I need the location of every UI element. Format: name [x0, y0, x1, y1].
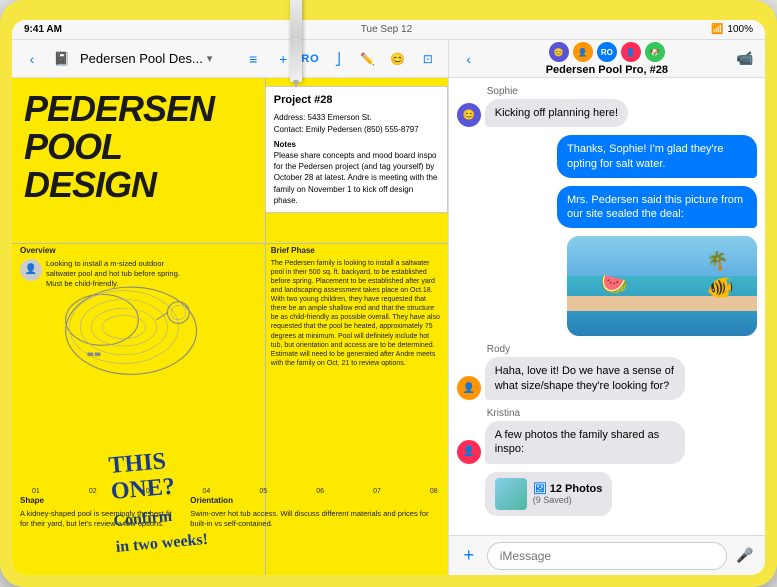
messages-panel: ‹ 😊 👤 RO 👤 🐶 Pedersen Pool Pro, #28 📹	[449, 40, 765, 575]
message-row-sent-1: Thanks, Sophie! I'm glad they're opting …	[457, 135, 757, 178]
avatar-andre: 🐶	[644, 41, 666, 63]
shape-label: Shape	[20, 496, 181, 507]
split-view: ‹ 📓 Pedersen Pool Des... ▾ ≡ + RO ⎦ ✏️ 😊…	[12, 40, 765, 575]
notes-panel: ‹ 📓 Pedersen Pool Des... ▾ ≡ + RO ⎦ ✏️ 😊…	[12, 40, 449, 575]
group-chat-title: Pedersen Pool Pro, #28	[546, 64, 668, 76]
avatar-rody: 👤	[572, 41, 594, 63]
avatar-kristina: 👤	[620, 41, 642, 63]
notebook-icon-button[interactable]: 📓	[50, 47, 74, 71]
shape-section: Shape A kidney-shaped pool is seemingly …	[20, 496, 181, 533]
num-04: 04	[203, 488, 211, 495]
battery-status: 100%	[727, 24, 753, 35]
note-background: PEDERSENPOOLDESIGN Project #28 Address: …	[12, 78, 448, 575]
shape-text: A kidney-shaped pool is seemingly the be…	[20, 509, 181, 529]
notes-title-area: Pedersen Pool Des... ▾	[80, 51, 235, 66]
notes-toolbar-right: ≡ + RO ⎦ ✏️ 😊 ⊡	[241, 47, 440, 71]
message-row-sophie: Sophie 😊 Kicking off planning here!	[457, 86, 757, 127]
message-sophie-bubble: Kicking off planning here!	[485, 99, 628, 127]
num-05: 05	[259, 488, 267, 495]
num-07: 07	[373, 488, 381, 495]
message-kristina-bubble: A few photos the family shared as inspo:	[485, 421, 685, 464]
messages-toolbar: ‹ 😊 👤 RO 👤 🐶 Pedersen Pool Pro, #28 📹	[449, 40, 765, 78]
ipad-frame: 9:41 AM Tue Sep 12 📶 100% ‹ 📓 Pedersen P…	[0, 0, 777, 587]
status-date: Tue Sep 12	[361, 24, 412, 35]
apple-pencil	[290, 0, 302, 82]
avatar-row: 😊 👤 RO 👤 🐶	[548, 41, 666, 63]
notes-list-button[interactable]: ≡	[241, 47, 265, 71]
num-01: 01	[32, 488, 40, 495]
avatar-sophie: 😊	[548, 41, 570, 63]
brief-section: Brief Phase The Pedersen family is looki…	[265, 246, 448, 368]
project-box: Project #28 Address: 5433 Emerson St. Co…	[265, 86, 448, 213]
photos-info: 🖼 12 Photos (9 Saved)	[533, 482, 603, 505]
messages-input-bar: + 🎤	[449, 535, 765, 575]
num-02: 02	[89, 488, 97, 495]
message-sent-1-bubble: Thanks, Sophie! I'm glad they're opting …	[557, 135, 757, 178]
video-call-button[interactable]: 📹	[733, 47, 757, 71]
sender-rody: Rody	[487, 344, 510, 355]
notes-markup-button[interactable]: ✏️	[356, 47, 380, 71]
num-03: 03	[146, 488, 154, 495]
avatar-ro: RO	[596, 41, 618, 63]
numbers-row: 01 02 03 04 05 06 07 08	[32, 488, 438, 495]
message-row-kristina: Kristina 👤 A few photos the family share…	[457, 408, 757, 464]
message-photos-row: 🖼 12 Photos (9 Saved)	[457, 472, 613, 516]
message-row-sent-image: 🌴 🍉 🐠	[457, 236, 757, 336]
note-main-title: PEDERSENPOOLDESIGN	[24, 90, 214, 203]
sender-sophie: Sophie	[487, 86, 518, 97]
message-rody-bubble-row: 👤 Haha, love it! Do we have a sense of w…	[457, 357, 685, 400]
messages-input[interactable]	[487, 542, 727, 570]
screen: 9:41 AM Tue Sep 12 📶 100% ‹ 📓 Pedersen P…	[12, 20, 765, 575]
project-notes-label: Notes	[274, 139, 439, 150]
notes-title: Pedersen Pool Des...	[80, 51, 203, 66]
photos-count: 🖼 12 Photos	[533, 482, 603, 495]
brief-label: Brief Phase	[271, 246, 442, 257]
messages-add-button[interactable]: +	[457, 544, 481, 568]
message-sent-2-bubble: Mrs. Pedersen said this picture from our…	[557, 186, 757, 229]
messages-content[interactable]: Sophie 😊 Kicking off planning here! Than…	[449, 78, 765, 535]
project-number: Project #28	[274, 93, 439, 108]
photos-saved: (9 Saved)	[533, 495, 603, 505]
sent-image-bubble: 🌴 🍉 🐠	[567, 236, 757, 336]
overview-label: Overview	[20, 246, 186, 257]
num-06: 06	[316, 488, 324, 495]
notes-title-chevron: ▾	[207, 52, 213, 65]
message-kristina-bubble-row: 👤 A few photos the family shared as insp…	[457, 421, 685, 464]
sophie-avatar: 😊	[457, 103, 481, 127]
orientation-text: Swim-over hot tub access. Will discuss d…	[190, 509, 443, 529]
project-address: Address: 5433 Emerson St.	[274, 112, 439, 123]
message-row-photos: 🖼 12 Photos (9 Saved)	[457, 472, 757, 516]
notes-back-button[interactable]: ‹	[20, 47, 44, 71]
message-row-rody: Rody 👤 Haha, love it! Do we have a sense…	[457, 344, 757, 400]
sender-kristina: Kristina	[487, 408, 520, 419]
messages-back-button[interactable]: ‹	[457, 47, 481, 71]
message-row-sent-2: Mrs. Pedersen said this picture from our…	[457, 186, 757, 229]
orientation-label: Orientation	[190, 496, 443, 507]
brief-text: The Pedersen family is looking to instal…	[271, 259, 442, 368]
notes-toolbar-dots: RO	[301, 53, 320, 65]
rody-avatar: 👤	[457, 376, 481, 400]
orientation-section: Orientation Swim-over hot tub access. Wi…	[186, 496, 447, 533]
notes-share-button[interactable]: ⎦	[326, 47, 350, 71]
message-rody-bubble: Haha, love it! Do we have a sense of wha…	[485, 357, 685, 400]
project-notes-text: Please share concepts and mood board ins…	[274, 150, 439, 206]
message-sophie-bubble-row: 😊 Kicking off planning here!	[457, 99, 628, 127]
notes-emoji-button[interactable]: 😊	[386, 47, 410, 71]
horizontal-divider	[12, 243, 448, 244]
kristina-avatar: 👤	[457, 440, 481, 464]
project-contact: Contact: Emily Pedersen (850) 555-8797	[274, 124, 439, 135]
messages-title-area: 😊 👤 RO 👤 🐶 Pedersen Pool Pro, #28	[487, 41, 727, 76]
notes-content[interactable]: PEDERSENPOOLDESIGN Project #28 Address: …	[12, 78, 448, 575]
pool-image: 🌴 🍉 🐠	[567, 236, 757, 336]
pool-sketch	[12, 258, 265, 418]
photos-attachment[interactable]: 🖼 12 Photos (9 Saved)	[485, 472, 613, 516]
wifi-icon: 📶	[711, 24, 723, 35]
notes-toolbar: ‹ 📓 Pedersen Pool Des... ▾ ≡ + RO ⎦ ✏️ 😊…	[12, 40, 448, 78]
num-08: 08	[430, 488, 438, 495]
notes-more-button[interactable]: ⊡	[416, 47, 440, 71]
status-time: 9:41 AM	[24, 24, 62, 35]
photos-thumbnail	[495, 478, 527, 510]
voice-message-button[interactable]: 🎤	[733, 544, 757, 568]
